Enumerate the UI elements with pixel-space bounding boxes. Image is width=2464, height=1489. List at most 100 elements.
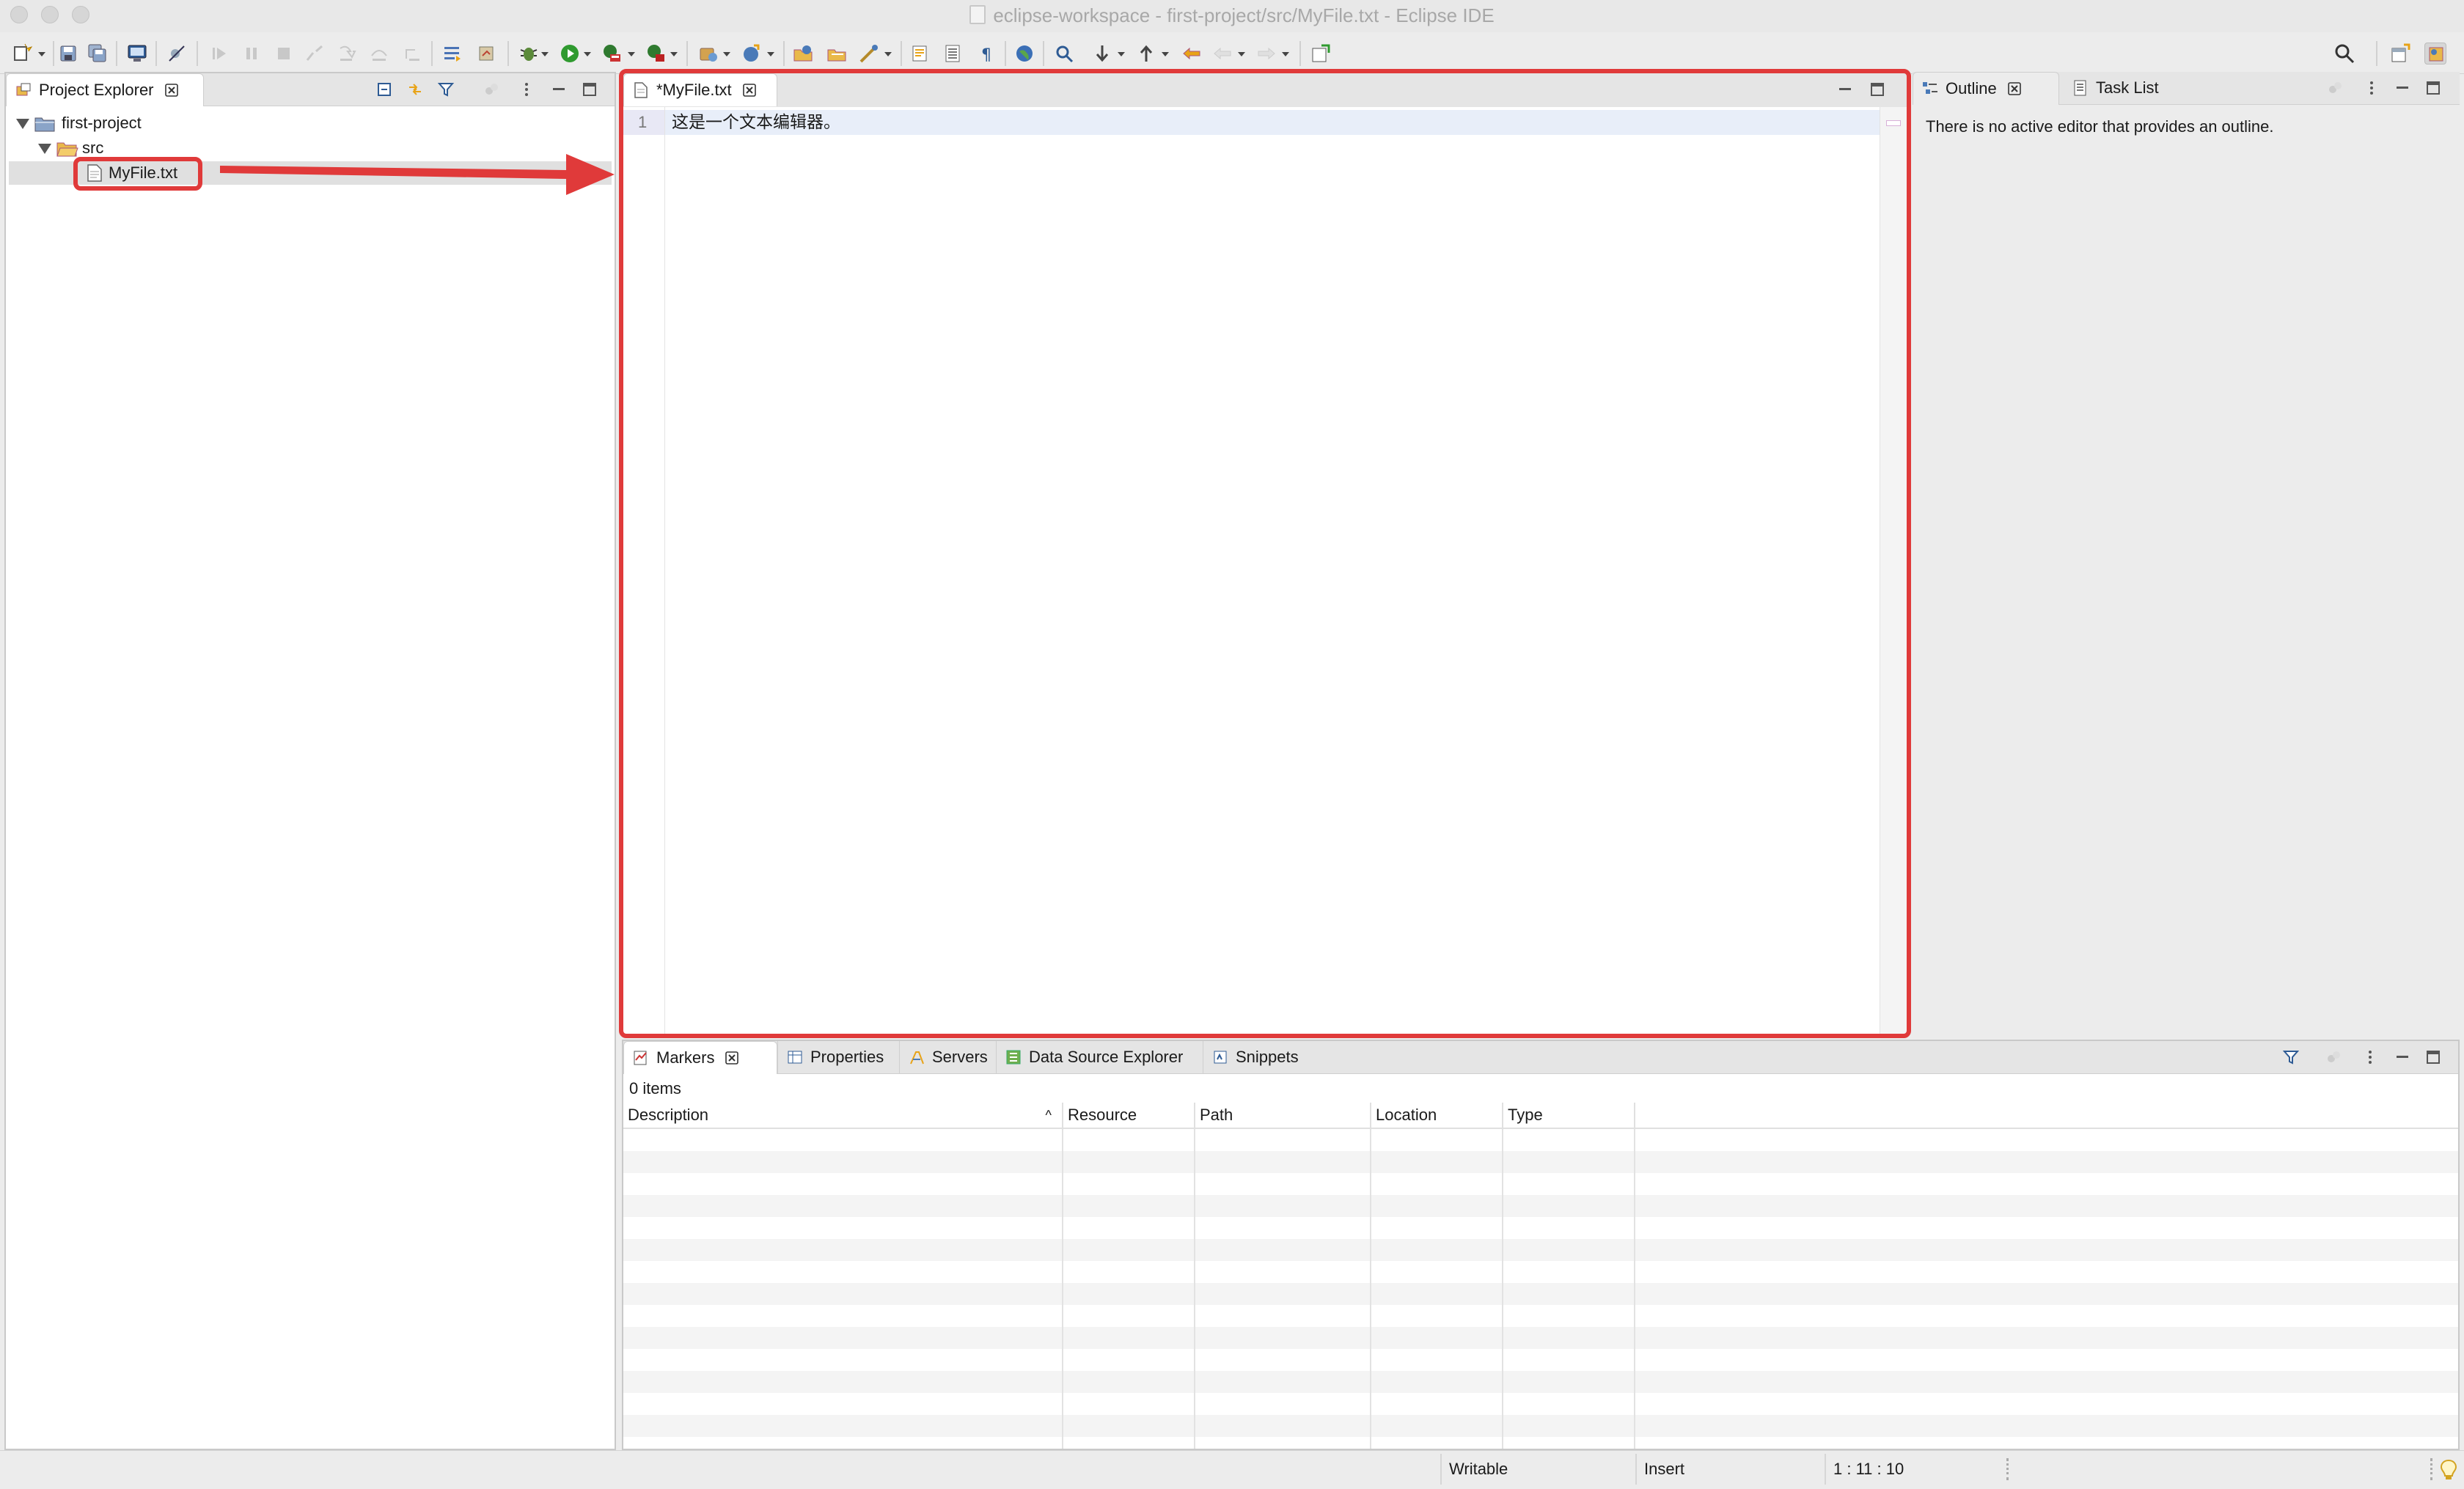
lightbulb-icon[interactable] (2439, 1458, 2458, 1482)
collapse-all-icon[interactable] (375, 81, 393, 98)
quick-access-search-icon[interactable] (2333, 43, 2355, 65)
filter-icon[interactable] (2282, 1048, 2300, 1066)
open-type-icon[interactable] (792, 43, 814, 65)
open-perspective-icon[interactable] (2389, 43, 2411, 65)
chevron-down-icon[interactable] (541, 52, 549, 56)
status-drag-handle[interactable] (2006, 1458, 2012, 1480)
terminal-icon[interactable] (126, 43, 148, 65)
tab-properties[interactable]: Properties (777, 1041, 898, 1073)
minimize-icon[interactable] (2394, 79, 2411, 97)
debug-perspective-icon[interactable] (475, 43, 497, 65)
resume-icon[interactable] (208, 43, 230, 65)
terminate-icon[interactable] (273, 43, 295, 65)
link-with-editor-icon[interactable] (406, 81, 424, 98)
last-edit-icon[interactable] (1181, 43, 1203, 65)
globe-icon[interactable] (1013, 43, 1035, 65)
external-tools-icon[interactable] (441, 43, 463, 65)
expand-toggle[interactable] (16, 119, 29, 130)
view-menu-icon[interactable] (2361, 1048, 2379, 1066)
tab-servers[interactable]: Servers (899, 1041, 994, 1073)
save-all-icon[interactable] (87, 43, 109, 65)
toolbar-separator (431, 41, 433, 66)
pin-editor-icon[interactable] (1310, 43, 1332, 65)
tab-snippets[interactable]: Snippets (1203, 1041, 1310, 1073)
javaee-perspective-icon[interactable] (2424, 43, 2446, 65)
view-menu-icon[interactable] (2363, 79, 2380, 97)
close-icon[interactable] (2007, 81, 2022, 96)
folder-icon (56, 142, 78, 157)
focus-on-task-icon[interactable] (2326, 79, 2344, 97)
close-icon[interactable] (725, 1051, 739, 1065)
column-header-description[interactable]: Description ^ (623, 1103, 1063, 1128)
chevron-down-icon[interactable] (1238, 52, 1245, 56)
new-icon[interactable] (12, 43, 34, 65)
open-resource-icon[interactable] (858, 43, 880, 65)
step-return-icon[interactable] (400, 43, 422, 65)
chevron-down-icon[interactable] (1162, 52, 1169, 56)
step-into-icon[interactable] (336, 43, 358, 65)
column-header-location[interactable]: Location (1371, 1103, 1503, 1128)
column-header-type[interactable]: Type (1503, 1103, 1635, 1128)
filter-icon[interactable] (437, 81, 455, 98)
chevron-down-icon[interactable] (628, 52, 635, 56)
window-title-container: eclipse-workspace - first-project/src/My… (0, 4, 2464, 27)
toolbar-separator (1043, 41, 1044, 66)
table-stripe (623, 1151, 2458, 1173)
debug-icon[interactable] (518, 43, 540, 65)
next-annotation-icon[interactable] (1091, 43, 1113, 65)
status-insert-mode[interactable]: Insert (1644, 1457, 1684, 1482)
column-header-path[interactable]: Path (1195, 1103, 1371, 1128)
maximize-icon[interactable] (2424, 79, 2442, 97)
tab-data-source-explorer[interactable]: Data Source Explorer (996, 1041, 1201, 1073)
status-cursor-position[interactable]: 1 : 11 : 10 (1833, 1457, 1904, 1482)
tree-item-project[interactable]: first-project (16, 111, 142, 135)
suspend-icon[interactable] (241, 43, 263, 65)
minimize-icon[interactable] (2394, 1048, 2411, 1066)
save-icon[interactable] (57, 43, 79, 65)
step-over-icon[interactable] (368, 43, 390, 65)
chevron-down-icon[interactable] (38, 52, 45, 56)
chevron-down-icon[interactable] (1282, 52, 1289, 56)
run-icon[interactable] (559, 43, 581, 65)
markers-icon (634, 1051, 647, 1065)
tab-task-list[interactable]: Task List (2064, 72, 2174, 104)
status-drag-handle[interactable] (2430, 1458, 2435, 1480)
new-server-icon[interactable] (697, 43, 719, 65)
forward-icon[interactable] (1255, 43, 1277, 65)
search-icon[interactable] (1053, 43, 1075, 65)
expand-toggle[interactable] (38, 144, 51, 155)
maximize-icon[interactable] (581, 81, 598, 98)
close-icon[interactable] (164, 83, 179, 98)
open-task-icon[interactable] (826, 43, 848, 65)
markers-table[interactable]: Description ^ Resource Path Location Type (623, 1103, 2458, 1449)
new-web-service-icon[interactable] (741, 43, 763, 65)
chevron-down-icon[interactable] (884, 52, 892, 56)
focus-on-task-icon[interactable] (2325, 1048, 2342, 1066)
chevron-down-icon[interactable] (1118, 52, 1125, 56)
column-header-resource[interactable]: Resource (1063, 1103, 1195, 1128)
run-external-icon[interactable] (645, 43, 667, 65)
chevron-down-icon[interactable] (584, 52, 591, 56)
disconnect-icon[interactable] (304, 43, 326, 65)
back-icon[interactable] (1211, 43, 1233, 65)
focus-on-task-icon[interactable] (483, 81, 500, 98)
maximize-icon[interactable] (2424, 1048, 2442, 1066)
minimize-icon[interactable] (550, 81, 568, 98)
annotation-icon[interactable] (909, 43, 931, 65)
bottom-tabbar: Markers Properties Servers Data Source E… (623, 1041, 2458, 1074)
toolbar-separator (116, 41, 117, 66)
tab-project-explorer[interactable]: Project Explorer (6, 73, 204, 106)
show-whitespace-icon[interactable]: ¶ (975, 43, 997, 65)
toggle-block-icon[interactable] (942, 43, 964, 65)
column-divider (1502, 1129, 1503, 1449)
previous-annotation-icon[interactable] (1135, 43, 1157, 65)
chevron-down-icon[interactable] (767, 52, 774, 56)
chevron-down-icon[interactable] (723, 52, 730, 56)
tab-outline[interactable]: Outline (1913, 72, 2059, 105)
view-menu-icon[interactable] (518, 81, 535, 98)
chevron-down-icon[interactable] (670, 52, 678, 56)
tab-markers[interactable]: Markers (623, 1041, 777, 1074)
toolbar-separator (155, 41, 157, 66)
coverage-icon[interactable] (601, 43, 623, 65)
skip-breakpoints-icon[interactable] (166, 43, 188, 65)
